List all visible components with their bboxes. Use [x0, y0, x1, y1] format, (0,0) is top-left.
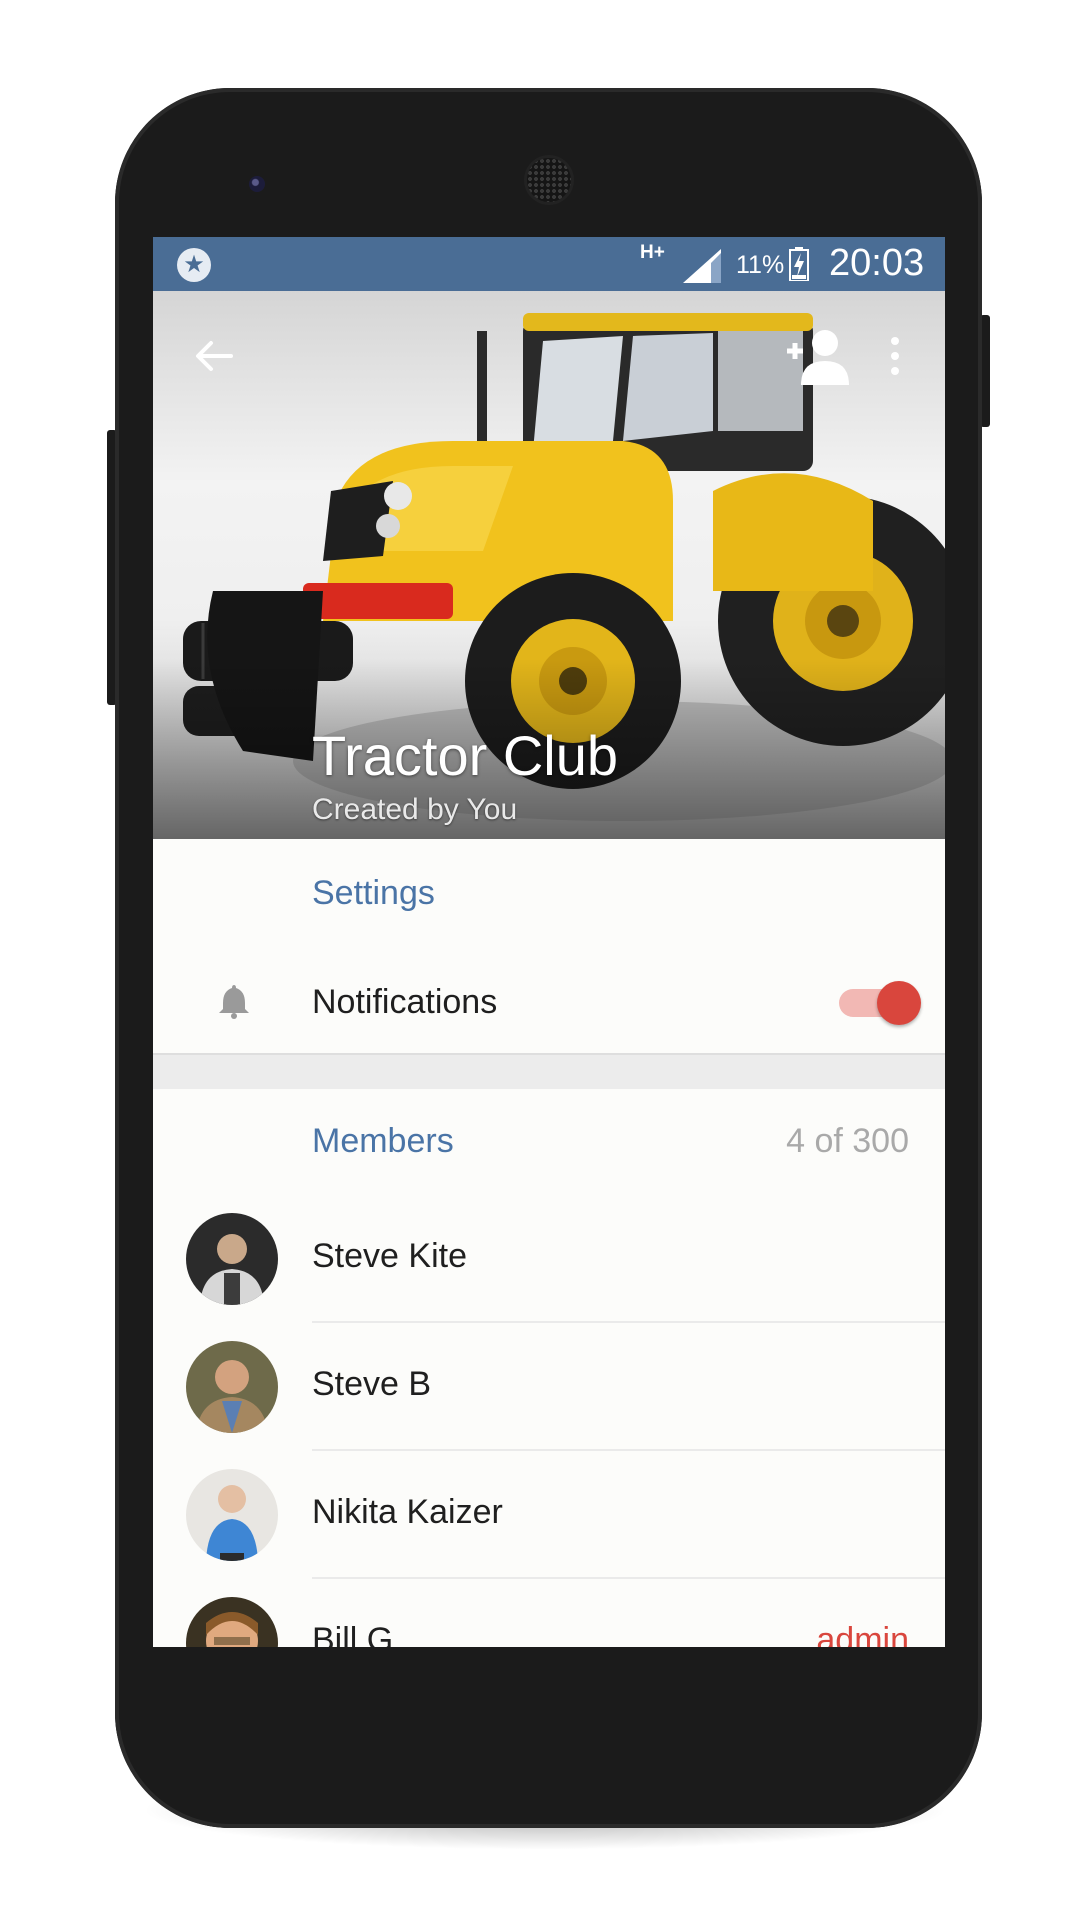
member-row[interactable]: Steve Kite — [153, 1195, 945, 1323]
status-time: 20:03 — [829, 242, 925, 284]
settings-heading: Settings — [312, 874, 435, 912]
earpiece-speaker — [527, 158, 571, 202]
notifications-toggle[interactable] — [839, 981, 925, 1025]
member-name: Steve Kite — [312, 1237, 467, 1275]
member-avatar — [186, 1213, 278, 1305]
member-row[interactable]: Bill G admin — [153, 1579, 945, 1647]
member-count: 4 of 300 — [786, 1122, 909, 1160]
back-arrow-icon[interactable] — [189, 331, 239, 381]
group-header: Tractor Club Created by You — [153, 291, 945, 839]
member-row[interactable]: Steve B — [153, 1323, 945, 1451]
member-avatar — [186, 1469, 278, 1561]
member-avatar — [186, 1341, 278, 1433]
member-avatar — [186, 1597, 278, 1647]
battery-percent: 11% — [736, 251, 785, 279]
signal-icon — [683, 249, 721, 283]
notifications-row[interactable]: Notifications — [153, 953, 945, 1053]
member-role: admin — [816, 1621, 909, 1647]
toggle-knob — [877, 981, 921, 1025]
battery-icon — [789, 247, 809, 281]
status-bar: ★ H+ 11% 20:03 — [153, 237, 945, 291]
member-name: Bill G — [312, 1621, 394, 1647]
bell-icon — [219, 985, 249, 1019]
add-member-icon[interactable] — [783, 327, 849, 385]
app-star-icon: ★ — [177, 248, 211, 282]
member-row[interactable]: Nikita Kaizer — [153, 1451, 945, 1579]
members-heading: Members — [312, 1122, 454, 1160]
member-name: Steve B — [312, 1365, 432, 1403]
group-subtitle: Created by You — [312, 793, 518, 826]
notifications-label: Notifications — [312, 983, 498, 1021]
group-title: Tractor Club — [312, 724, 619, 787]
more-vert-icon[interactable] — [880, 331, 910, 381]
section-divider — [153, 1053, 945, 1089]
member-name: Nikita Kaizer — [312, 1493, 503, 1531]
front-camera — [249, 176, 265, 192]
network-type: H+ — [640, 242, 665, 263]
screen: ★ H+ 11% 20:03 Tractor Club Created by Y… — [153, 237, 945, 1647]
